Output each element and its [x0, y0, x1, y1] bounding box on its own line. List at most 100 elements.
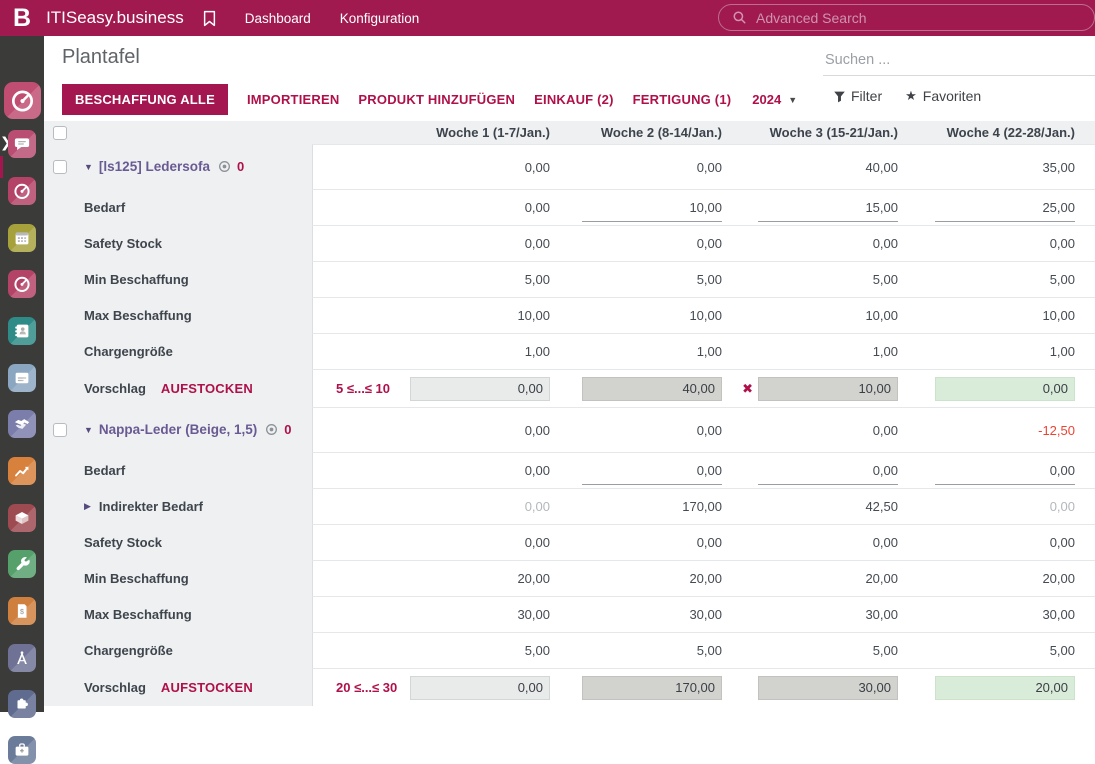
week4-suggestion-cell: 20,00 [908, 668, 1095, 706]
expand-row-icon[interactable]: ▶ [84, 501, 91, 512]
product-label-cell: ▼ Nappa-Leder (Beige, 1,5) 0 [76, 407, 312, 452]
sidebar-app-kanban[interactable] [8, 364, 36, 392]
editable-value[interactable]: 10,00 [582, 200, 722, 222]
replenish-button[interactable]: AUFSTOCKEN [161, 680, 253, 695]
week4-cell: 10,00 [908, 297, 1095, 333]
sidebar-app-calendar[interactable] [8, 224, 36, 252]
table-header-row: Woche 1 (1-7/Jan.) Woche 2 (8-14/Jan.) W… [44, 121, 1095, 144]
empty-checkbox-cell [44, 452, 76, 488]
advanced-search-input[interactable] [756, 10, 1056, 26]
sidebar-app-design[interactable] [8, 644, 36, 672]
produkt-hinzufuegen-button[interactable]: PRODUKT HINZUFÜGEN [358, 92, 515, 107]
gauge-icon [13, 275, 31, 293]
sidebar-app-dashboards[interactable] [8, 177, 36, 205]
value: 10,00 [689, 308, 722, 323]
product-name[interactable]: Nappa-Leder (Beige, 1,5) [99, 422, 257, 437]
calendar-icon [13, 229, 31, 247]
sidebar-app-dashboard-2[interactable] [8, 270, 36, 298]
collapse-group-icon[interactable]: ▼ [84, 162, 93, 172]
nav-konfiguration[interactable]: Konfiguration [340, 11, 420, 26]
week1-cell: 0,00 [312, 452, 560, 488]
importieren-button[interactable]: IMPORTIEREN [247, 92, 339, 107]
week1-cell: 0,00 [312, 144, 560, 189]
suggestion-input[interactable]: 10,00 [758, 377, 898, 401]
medkit-icon [13, 741, 31, 759]
suggestion-input[interactable]: 0,00 [410, 377, 550, 401]
metric-row: Safety Stock0,000,000,000,00 [44, 524, 1095, 560]
beschaffung-alle-button[interactable]: BESCHAFFUNG ALLE [62, 84, 228, 115]
week4-cell: 5,00 [908, 632, 1095, 668]
row-checkbox[interactable] [53, 160, 67, 174]
sidebar-app-apps[interactable] [8, 690, 36, 718]
value: 5,00 [1050, 272, 1075, 287]
week1-cell: 20,00 [312, 560, 560, 596]
sidebar-app-discuss[interactable] [8, 130, 36, 158]
suggestion-input[interactable]: 30,00 [758, 676, 898, 700]
row-checkbox-cell [44, 407, 76, 452]
week2-cell: 20,00 [560, 560, 732, 596]
editable-value[interactable]: 25,00 [935, 200, 1075, 222]
suggestion-label-cell: VorschlagAUFSTOCKEN [76, 369, 312, 407]
editable-value[interactable]: 15,00 [758, 200, 898, 222]
product-count[interactable]: 0 [237, 159, 244, 174]
value: 5,00 [873, 272, 898, 287]
bookmark-icon[interactable] [203, 10, 216, 27]
suggestion-input[interactable]: 0,00 [935, 377, 1075, 401]
sidebar-app-dashboard-main[interactable] [4, 82, 41, 119]
value: 0,00 [697, 160, 722, 175]
fertigung-button[interactable]: FERTIGUNG (1) [633, 92, 732, 107]
metric-label-cell: Max Beschaffung [76, 596, 312, 632]
suggestion-input[interactable]: 0,00 [410, 676, 550, 700]
editable-value[interactable]: 0,00 [758, 463, 898, 485]
year-dropdown[interactable]: 2024 ▼ [752, 92, 797, 107]
collapse-group-icon[interactable]: ▼ [84, 425, 93, 435]
week1-cell: 0,00 [312, 488, 560, 524]
value: 0,00 [1050, 499, 1075, 514]
week4-cell: -12,50 [908, 407, 1095, 452]
week4-cell: 35,00 [908, 144, 1095, 189]
sidebar-app-inventory[interactable] [8, 504, 36, 532]
week3-cell: 0,00 [732, 225, 908, 261]
week4-cell: 1,00 [908, 333, 1095, 369]
metric-row: Min Beschaffung20,0020,0020,0020,00 [44, 560, 1095, 596]
product-count[interactable]: 0 [284, 422, 291, 437]
reject-suggestion-icon[interactable]: ✖ [742, 381, 753, 397]
product-row: ▼[ls125] Ledersofa00,000,0040,0035,00 [44, 144, 1095, 189]
einkauf-button[interactable]: EINKAUF (2) [534, 92, 613, 107]
metric-label: Chargengröße [84, 643, 173, 658]
sidebar-app-sales[interactable] [8, 457, 36, 485]
sidebar-app-medical[interactable] [8, 736, 36, 764]
metric-row: Chargengröße5,005,005,005,00 [44, 632, 1095, 668]
week2-cell: 0,00 [560, 225, 732, 261]
suggestion-input[interactable]: 40,00 [582, 377, 722, 401]
sidebar-app-crm[interactable] [8, 410, 36, 438]
week1-cell: 0,00 [312, 524, 560, 560]
value: 20,00 [689, 571, 722, 586]
value: 0,00 [525, 535, 550, 550]
advanced-search-box[interactable] [718, 4, 1095, 31]
wrench-icon [13, 555, 31, 573]
editable-value[interactable]: 0,00 [935, 463, 1075, 485]
metric-label-cell: Safety Stock [76, 524, 312, 560]
week2-cell: 0,00 [560, 144, 732, 189]
topbar: B ITISeasy.business Dashboard Konfigurat… [0, 0, 1095, 36]
week2-cell: 0,00 [560, 407, 732, 452]
forecast-target-icon [265, 423, 278, 436]
app-logo[interactable]: B [13, 0, 31, 36]
suggestion-input[interactable]: 170,00 [582, 676, 722, 700]
search-input[interactable] [823, 48, 1095, 75]
sidebar-app-repair[interactable] [8, 550, 36, 578]
filter-button[interactable]: Filter [833, 88, 882, 104]
metric-label-cell: Max Beschaffung [76, 297, 312, 333]
replenish-button[interactable]: AUFSTOCKEN [161, 381, 253, 396]
sidebar-app-invoicing[interactable]: $ [8, 597, 36, 625]
sidebar-app-contacts[interactable] [8, 317, 36, 345]
product-name[interactable]: [ls125] Ledersofa [99, 159, 210, 174]
editable-value[interactable]: 0,00 [582, 463, 722, 485]
nav-dashboard[interactable]: Dashboard [245, 11, 311, 26]
row-checkbox[interactable] [53, 423, 67, 437]
suggestion-input[interactable]: 20,00 [935, 676, 1075, 700]
week1-cell: 0,00 [312, 189, 560, 225]
select-all-checkbox[interactable] [53, 126, 67, 140]
favorites-button[interactable]: ★ Favoriten [905, 88, 981, 104]
